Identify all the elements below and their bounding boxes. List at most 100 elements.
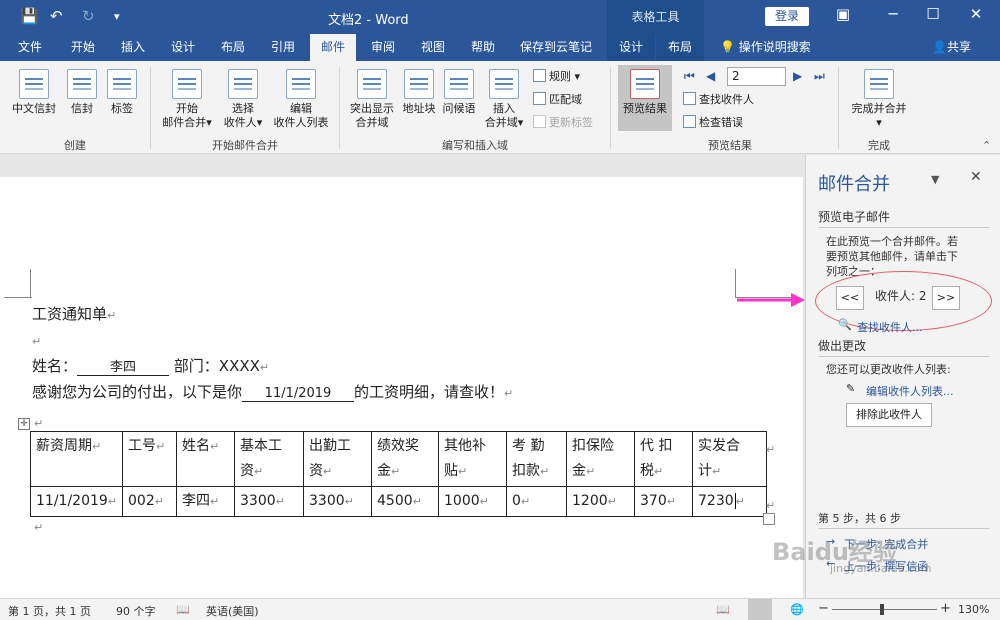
envelopes-button[interactable]: 信封 [64,69,100,116]
proofing-icon[interactable]: 📖 [176,603,190,616]
table-cell[interactable]: 1200↵ [566,486,636,517]
exclude-recipient-button[interactable]: 排除此收件人 [846,403,932,427]
match-fields-button[interactable]: 匹配域 [533,92,582,108]
tab-design[interactable]: 设计 [160,34,206,61]
insert-merge-field-button[interactable]: 插入 合并域▾ [482,69,526,130]
table-header-cell[interactable]: 姓名↵ [176,431,236,487]
table-cell[interactable]: 370↵ [634,486,694,517]
group-separator [339,67,340,149]
start-mail-merge-button[interactable]: 开始 邮件合并▾ [158,69,216,130]
zoom-out-icon[interactable]: − [818,601,829,616]
table-cell[interactable]: 4500↵ [371,486,440,517]
tab-view[interactable]: 视图 [410,34,456,61]
table-resize-handle[interactable] [763,513,775,525]
login-button[interactable]: 登录 [765,7,809,26]
zoom-in-icon[interactable]: + [940,601,951,616]
language-indicator[interactable]: 英语(美国) [206,603,259,619]
tab-table-layout[interactable]: 布局 [656,34,704,61]
table-header-cell[interactable]: 考 勤扣款↵ [506,431,568,487]
previous-record-icon[interactable]: ◀ [706,69,715,83]
table-cell[interactable]: 002↵ [122,486,178,517]
paragraph-mark: ↵ [34,521,44,534]
labels-button[interactable]: 标签 [104,69,140,116]
group-separator [150,67,151,149]
undo-icon[interactable]: ↶ [50,7,63,25]
zoom-slider-thumb[interactable] [880,604,884,615]
update-labels-button[interactable]: 更新标签 [533,115,593,131]
edit-recipient-list-link[interactable]: 编辑收件人列表... [866,383,954,399]
collapse-ribbon-icon[interactable]: ⌃ [982,139,991,152]
tab-table-design[interactable]: 设计 [607,34,655,61]
minimize-icon[interactable]: ─ [882,5,904,23]
table-move-handle-icon[interactable]: ✛ [18,418,30,430]
tab-file[interactable]: 文件 [8,34,52,61]
page-count[interactable]: 第 1 页，共 1 页 [8,603,91,619]
tab-help[interactable]: 帮助 [460,34,506,61]
word-count[interactable]: 90 个字 [116,603,156,619]
check-errors-button[interactable]: 检查错误 [683,115,743,131]
pane-options-icon[interactable]: ▼ [931,173,939,186]
share-button[interactable]: 👤共享 [932,34,971,61]
find-recipient-button[interactable]: 查找收件人 [683,92,754,108]
table-header-cell[interactable]: 代 扣税↵ [634,431,694,487]
table-cell[interactable]: 0↵ [506,486,568,517]
tab-save-cloud-notes[interactable]: 保存到云笔记 [512,34,600,61]
edit-recipient-list-button[interactable]: 编辑 收件人列表 [270,69,332,130]
crop-mark [4,297,32,298]
table-header-cell[interactable]: 其他补 贴↵ [438,431,508,487]
finish-merge-button[interactable]: 完成并合并 ▾ [846,69,912,130]
table-header-cell[interactable]: 工号↵ [122,431,178,487]
annotation-arrow [737,293,805,307]
rules-button[interactable]: 规则 ▾ [533,69,580,85]
zoom-slider[interactable] [832,609,937,610]
tell-me-search[interactable]: 💡 操作说明搜索 [720,34,811,61]
next-record-icon[interactable]: ▶ [793,69,802,83]
table-header-cell[interactable]: 薪资周期↵ [29,431,124,487]
document-page[interactable]: 工资通知单↵ ↵ 姓名： 李四 部门：XXXX↵ 感谢您为公司的付出，以下是你 11… [0,177,803,598]
customize-icon[interactable]: ▾ [114,10,120,23]
table-cell[interactable]: 李四↵ [176,486,236,517]
table-header-cell[interactable]: 绩效奖 金↵ [371,431,440,487]
group-separator [610,67,611,149]
zoom-level[interactable]: 130% [958,603,989,616]
greeting-line-button[interactable]: 问候语 [440,69,478,116]
pane-close-icon[interactable]: ✕ [970,169,982,185]
preview-description-line: 要预览其他邮件，请单击下 [826,250,958,263]
print-layout-icon[interactable] [748,599,772,620]
address-block-button[interactable]: 地址块 [400,69,438,116]
record-number-input[interactable]: 2 [727,67,786,86]
highlight-merge-fields-button[interactable]: 突出显示 合并域 [346,69,398,130]
find-recipient-link[interactable]: 查找收件人... [857,319,923,335]
chinese-envelope-button[interactable]: 中文信封 [6,69,62,116]
next-recipient-button[interactable]: >> [932,286,960,310]
table-header-cell[interactable]: 扣保险 金↵ [566,431,636,487]
table-cell[interactable]: 11/1/2019↵ [29,486,124,517]
table-cell[interactable]: 7230 ↵ [692,486,768,517]
table-header-cell[interactable]: 实发合 计↵ [692,431,768,487]
first-record-icon[interactable]: ⏮ [684,69,695,84]
table-header-cell[interactable]: 出勤工 资↵ [303,431,373,487]
tab-insert[interactable]: 插入 [110,34,156,61]
tab-home[interactable]: 开始 [60,34,106,61]
table-cell[interactable]: 3300↵ [234,486,305,517]
read-mode-icon[interactable]: 📖 [716,603,730,616]
table-cell[interactable]: 1000↵ [438,486,508,517]
maximize-icon[interactable]: ☐ [922,5,944,23]
paragraph-mark: ↵ [34,417,44,430]
table-header-cell[interactable]: 基本工 资↵ [234,431,305,487]
web-layout-icon[interactable]: 🌐 [790,603,804,616]
insert-field-icon [489,69,519,99]
close-icon[interactable]: ✕ [965,5,987,23]
tab-references[interactable]: 引用 [260,34,306,61]
redo-icon[interactable]: ↻ [82,7,95,25]
table-cell[interactable]: 3300↵ [303,486,373,517]
previous-recipient-button[interactable]: << [836,286,864,310]
last-record-icon[interactable]: ⏭ [814,69,825,84]
select-recipients-button[interactable]: 选择 收件人▾ [218,69,268,130]
tab-layout[interactable]: 布局 [210,34,256,61]
preview-results-button[interactable]: 预览结果 [618,65,672,131]
ribbon-display-icon[interactable]: ▣ [832,5,854,23]
save-icon[interactable]: 💾 [20,7,39,25]
tab-mailings[interactable]: 邮件 [310,34,356,61]
tab-review[interactable]: 审阅 [360,34,406,61]
